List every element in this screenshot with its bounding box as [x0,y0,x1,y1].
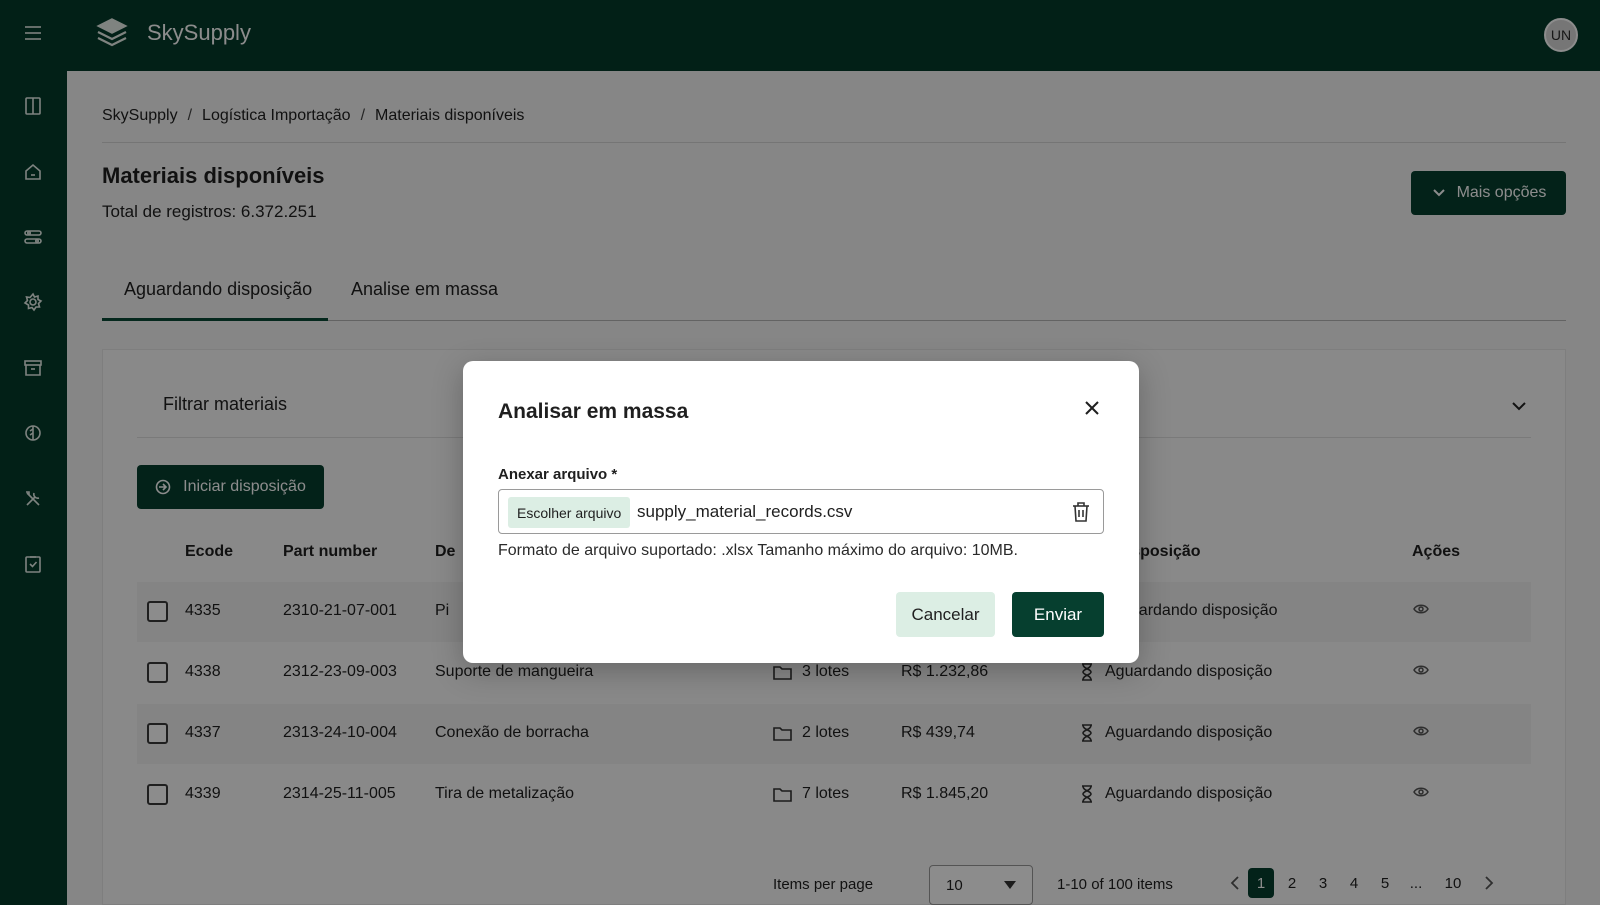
file-format-hint: Formato de arquivo suportado: .xlsx Tama… [498,542,1018,559]
trash-icon[interactable] [1071,501,1091,523]
bulk-analysis-modal: Analisar em massa Anexar arquivo * Escol… [463,361,1139,663]
file-input[interactable]: Escolher arquivo supply_material_records… [498,489,1104,534]
selected-file-name: supply_material_records.csv [637,502,853,521]
choose-file-button[interactable]: Escolher arquivo [508,497,631,528]
modal-title: Analisar em massa [498,400,689,423]
cancel-button[interactable]: Cancelar [896,592,995,637]
submit-button[interactable]: Enviar [1012,592,1104,637]
close-icon[interactable] [1083,399,1101,417]
attach-file-label: Anexar arquivo * [498,466,618,483]
